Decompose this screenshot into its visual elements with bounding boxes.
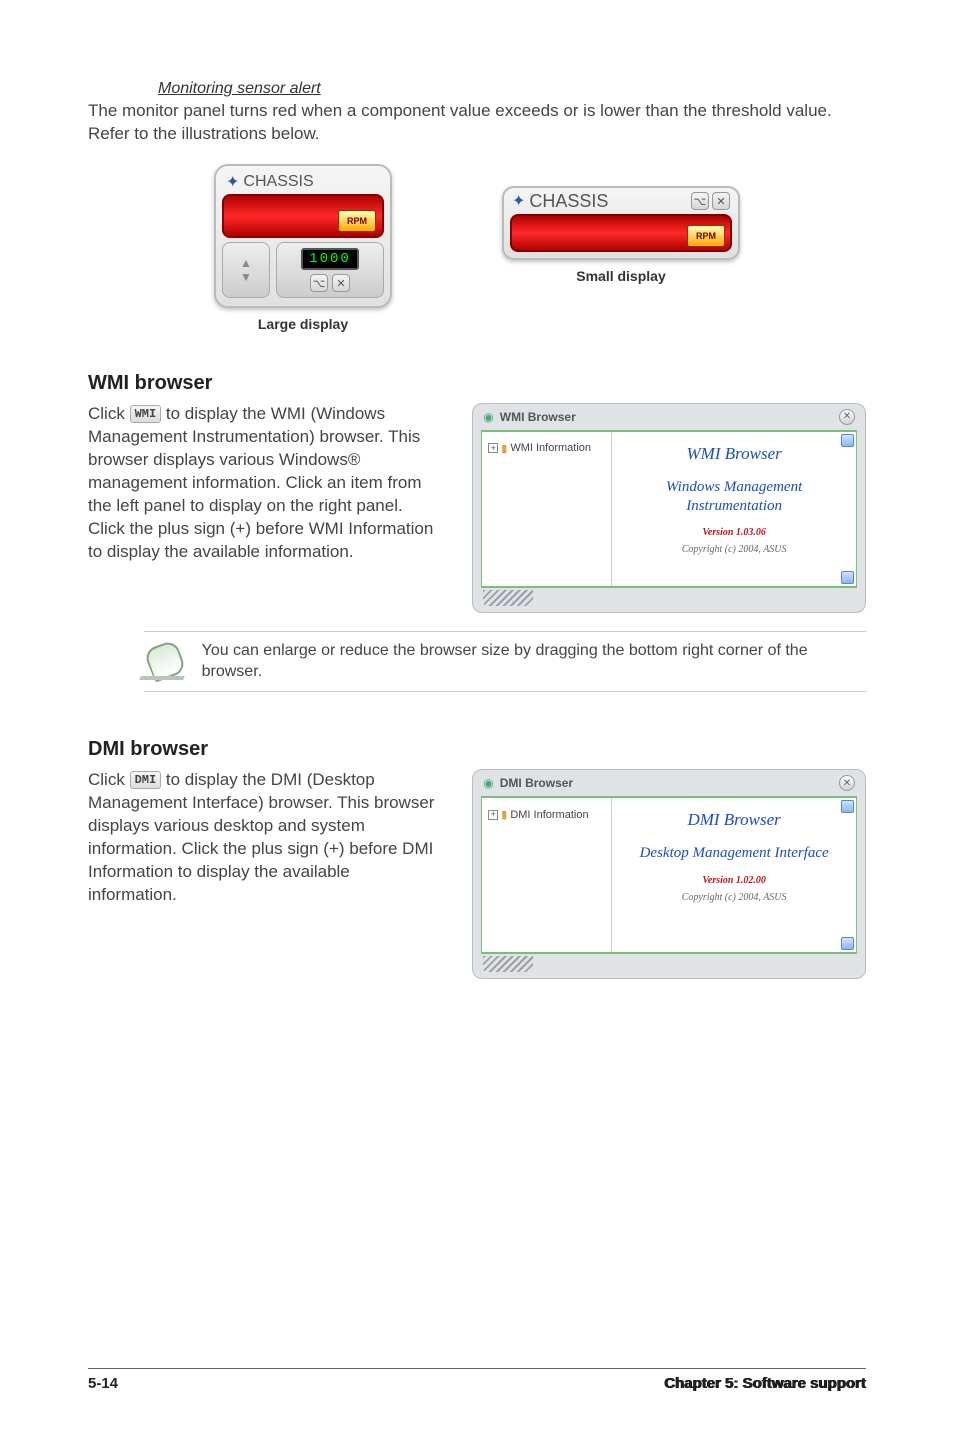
- resize-grip[interactable]: [483, 956, 533, 972]
- close-icon[interactable]: ✕: [839, 409, 855, 425]
- wmi-row: Click WMI to display the WMI (Windows Ma…: [88, 403, 866, 613]
- spinner-up-icon: ▲: [240, 256, 252, 270]
- dmi-heading: DMI browser: [88, 738, 866, 761]
- scroll-up-icon[interactable]: [841, 800, 854, 813]
- large-display-title: ✦ CHASSIS: [222, 170, 384, 194]
- chapter-title: Chapter 5: Software support: [664, 1375, 866, 1392]
- wmi-chip-button[interactable]: WMI: [130, 405, 162, 423]
- fan-icon: ✦: [226, 172, 239, 192]
- large-display-panel: ✦ CHASSIS RPM ▲ ▼ 1000 ⌥ ✕: [214, 164, 392, 308]
- close-icon[interactable]: ✕: [839, 775, 855, 791]
- rpm-unit-badge: RPM: [687, 225, 725, 247]
- dmi-content-pane: DMI Browser Desktop Management Interface…: [612, 798, 856, 952]
- dmi-text-pre: Click: [88, 770, 130, 789]
- dmi-row: Click DMI to display the DMI (Desktop Ma…: [88, 769, 866, 979]
- dmi-browser-screenshot: ◉ DMI Browser ✕ + ▮ DMI Information DMI …: [472, 769, 866, 979]
- wmi-content-title: WMI Browser: [620, 444, 848, 464]
- large-display-bottom-row: ▲ ▼ 1000 ⌥ ✕: [222, 242, 384, 298]
- globe-icon: ◉: [483, 776, 493, 790]
- small-display-title-text: CHASSIS: [529, 191, 608, 212]
- fan-icon: ✦: [512, 191, 525, 211]
- dmi-copyright-text: Copyright (c) 2004, ASUS: [620, 892, 848, 903]
- connection-icon: ⌥: [310, 274, 328, 292]
- page-number: 5-14: [88, 1375, 118, 1392]
- dmi-titlebar: ◉ DMI Browser ✕: [475, 772, 863, 794]
- note-text: You can enlarge or reduce the browser si…: [202, 640, 866, 683]
- small-title-row: ✦ CHASSIS ⌥ ✕: [510, 191, 732, 214]
- displays-row: ✦ CHASSIS RPM ▲ ▼ 1000 ⌥ ✕ L: [88, 164, 866, 332]
- wmi-heading: WMI browser: [88, 372, 866, 395]
- small-display-icons: ⌥ ✕: [691, 192, 730, 210]
- wmi-text-pre: Click: [88, 404, 130, 423]
- wmi-tree-pane: + ▮ WMI Information: [482, 432, 612, 586]
- close-status-icon: ✕: [712, 192, 730, 210]
- large-display-caption: Large display: [214, 316, 392, 332]
- wmi-browser-screenshot: ◉ WMI Browser ✕ + ▮ WMI Information WMI …: [472, 403, 866, 613]
- folder-icon: ▮: [501, 808, 507, 821]
- resize-grip[interactable]: [483, 590, 533, 606]
- wmi-text-post: to display the WMI (Windows Management I…: [88, 404, 433, 561]
- dmi-text-post: to display the DMI (Desktop Management I…: [88, 770, 434, 904]
- small-display-panel: ✦ CHASSIS ⌥ ✕ RPM: [502, 186, 740, 260]
- page-footer: 5-14 Chapter 5: Software support: [88, 1368, 866, 1392]
- tree-expand-icon[interactable]: +: [488, 810, 498, 820]
- wmi-content-main: Windows Management Instrumentation: [620, 478, 848, 516]
- dmi-tree-root[interactable]: + ▮ DMI Information: [488, 808, 605, 821]
- small-title-left: ✦ CHASSIS: [512, 191, 608, 212]
- folder-icon: ▮: [501, 442, 507, 455]
- small-display-column: ✦ CHASSIS ⌥ ✕ RPM Small display: [502, 164, 740, 332]
- dmi-paragraph: Click DMI to display the DMI (Desktop Ma…: [88, 769, 442, 979]
- dmi-tree-pane: + ▮ DMI Information: [482, 798, 612, 952]
- up-down-spinner[interactable]: ▲ ▼: [222, 242, 270, 298]
- large-display-column: ✦ CHASSIS RPM ▲ ▼ 1000 ⌥ ✕ L: [214, 164, 392, 332]
- large-display-lcd: RPM: [222, 194, 384, 238]
- dmi-chip-button[interactable]: DMI: [130, 771, 162, 789]
- wmi-copyright-text: Copyright (c) 2004, ASUS: [620, 544, 848, 555]
- wmi-titlebar: ◉ WMI Browser ✕: [475, 406, 863, 428]
- wmi-paragraph: Click WMI to display the WMI (Windows Ma…: [88, 403, 442, 613]
- scroll-up-icon[interactable]: [841, 434, 854, 447]
- scroll-down-icon[interactable]: [841, 937, 854, 950]
- spinner-down-icon: ▼: [240, 270, 252, 284]
- note-pencil-icon: [144, 640, 184, 680]
- connection-icon: ⌥: [691, 192, 709, 210]
- dmi-content-main: Desktop Management Interface: [620, 844, 848, 863]
- rpm-unit-badge: RPM: [338, 210, 376, 232]
- dmi-tree-label: DMI Information: [510, 809, 588, 821]
- dmi-version-text: Version 1.02.00: [620, 875, 848, 886]
- dmi-window-title: DMI Browser: [500, 776, 573, 790]
- dmi-content-title: DMI Browser: [620, 810, 848, 830]
- note-callout: You can enlarge or reduce the browser si…: [144, 631, 866, 692]
- wmi-tree-root[interactable]: + ▮ WMI Information: [488, 442, 605, 455]
- tree-expand-icon[interactable]: +: [488, 443, 498, 453]
- globe-icon: ◉: [483, 410, 493, 424]
- wmi-content-pane: WMI Browser Windows Management Instrumen…: [612, 432, 856, 586]
- scroll-down-icon[interactable]: [841, 571, 854, 584]
- monitoring-alert-heading: Monitoring sensor alert: [158, 80, 866, 98]
- alert-intro-text: The monitor panel turns red when a compo…: [88, 100, 866, 146]
- wmi-window-title: WMI Browser: [500, 410, 576, 424]
- small-display-lcd: RPM: [510, 214, 732, 252]
- status-icons-row: ⌥ ✕: [310, 274, 350, 292]
- dial-panel: 1000 ⌥ ✕: [276, 242, 384, 298]
- large-display-title-text: CHASSIS: [243, 173, 313, 191]
- wmi-tree-label: WMI Information: [510, 442, 591, 454]
- small-display-caption: Small display: [502, 268, 740, 284]
- wmi-version-text: Version 1.03.06: [620, 527, 848, 538]
- wmi-browser-body: + ▮ WMI Information WMI Browser Windows …: [481, 430, 857, 588]
- close-status-icon: ✕: [332, 274, 350, 292]
- dmi-browser-body: + ▮ DMI Information DMI Browser Desktop …: [481, 796, 857, 954]
- digit-readout: 1000: [301, 248, 359, 270]
